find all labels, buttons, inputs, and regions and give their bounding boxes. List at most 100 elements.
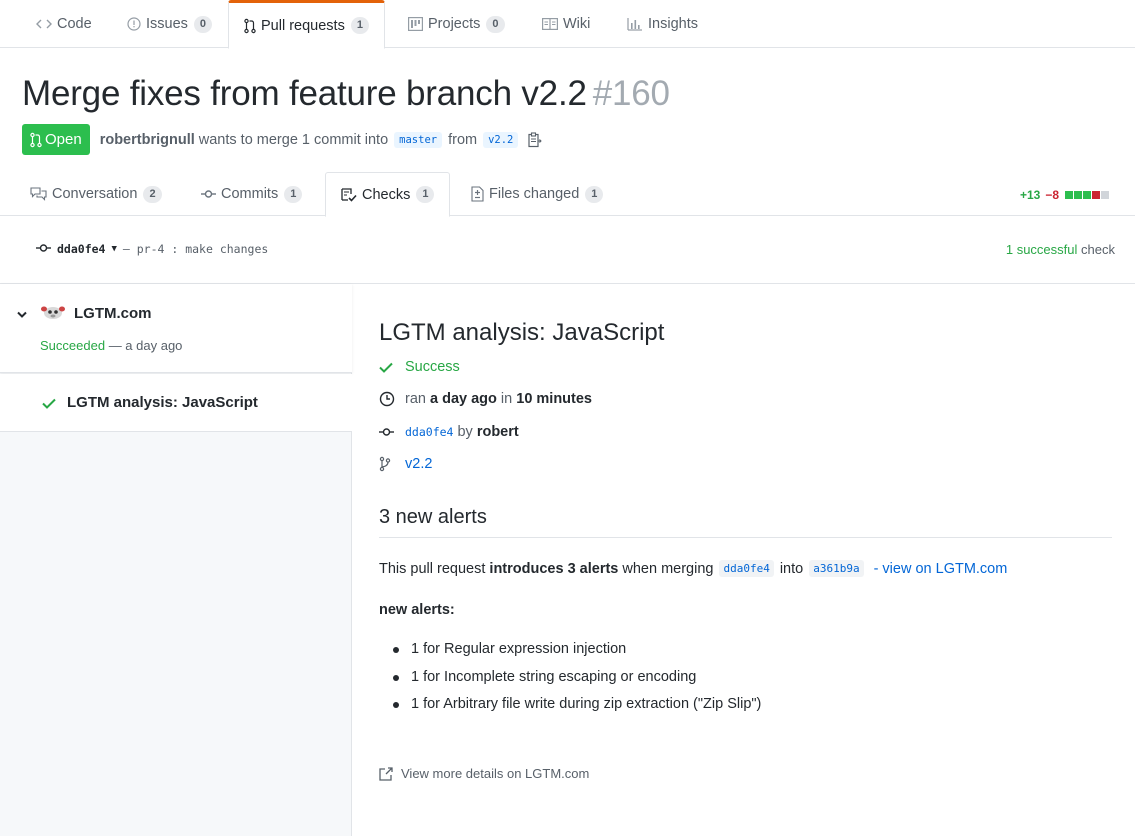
ran-when: a day ago [430,391,497,407]
diffstat-block-add [1074,191,1082,199]
tab-label: Files changed [489,186,580,202]
detail-commit-sha[interactable]: dda0fe4 [405,425,453,439]
check-icon [42,396,56,412]
graph-icon [627,17,643,31]
pr-tabs: Conversation 2 Commits 1 Checks 1 Files … [0,172,1135,217]
tab-commits[interactable]: Commits 1 [201,172,303,216]
git-branch-icon [379,456,399,472]
from-text: from [448,131,478,148]
branch-link[interactable]: v2.2 [405,456,432,472]
list-item: 1 for Incomplete string escaping or enco… [391,669,761,697]
clock-icon [379,391,399,407]
git-commit-icon [36,242,51,256]
tab-label: Projects [428,16,481,32]
issue-icon [127,17,141,31]
commit-by: by [457,424,473,440]
pr-meta: Open robertbrignull wants to merge 1 com… [22,124,543,155]
head-branch[interactable]: v2.2 [483,131,519,148]
summary-prefix: This pull request [379,560,486,577]
state-badge: Open [22,124,90,155]
alerts-heading: 3 new alerts [379,506,1112,538]
lgtm-logo-icon [40,303,66,324]
diffstat-block-neutral [1101,191,1109,199]
ran-duration: 10 minutes [516,391,592,407]
ran-prefix: ran [405,391,426,407]
issues-counter: 0 [193,15,213,33]
pull-request-icon [30,132,42,147]
tab-label: Wiki [563,16,591,32]
link-external-icon [379,766,393,781]
diffstat-additions: +13 [1019,188,1041,202]
summary-into: into [779,560,804,577]
check-run-item[interactable]: LGTM analysis: JavaScript [0,374,352,432]
diffstat: +13 −8 [1020,188,1109,202]
tab-pull-requests[interactable]: Pull requests 1 [228,0,385,49]
code-icon [36,18,52,30]
tab-label: Insights [648,16,698,32]
git-commit-icon [379,427,399,437]
commit-sha[interactable]: dda0fe4 [57,242,105,256]
check-status-row: Success [379,359,460,375]
summary-base-sha[interactable]: a361b9a [809,560,864,577]
check-word: check [1081,242,1115,257]
diffstat-block-add [1065,191,1073,199]
suite-status: Succeeded — a day ago [40,338,182,353]
checks-sidebar: LGTM.com Succeeded — a day ago LGTM anal… [0,284,352,836]
pull-requests-counter: 1 [350,17,369,34]
base-branch[interactable]: master [394,131,443,148]
commit-bar: dda0fe4 ▼ — pr-4 : make changes 1 succes… [0,216,1135,284]
merge-text: wants to merge 1 commit into [198,131,389,148]
caret-down-icon[interactable]: ▼ [111,244,116,254]
checklist-icon [341,187,357,202]
summary-head-sha[interactable]: dda0fe4 [719,560,774,577]
diffstat-block-add [1083,191,1091,199]
checks-summary: 1 successful check [1006,242,1115,257]
tab-insights[interactable]: Insights [627,0,698,48]
list-item: 1 for Regular expression injection [391,641,761,669]
pr-title: Merge fixes from feature branch v2.2 #160 [22,74,670,114]
ran-row: ran a day ago in 10 minutes [379,391,592,407]
file-diff-icon [471,186,484,202]
tab-files-changed[interactable]: Files changed 1 [471,172,604,216]
commits-counter: 1 [284,185,303,203]
check-run-label: LGTM analysis: JavaScript [67,394,258,411]
book-icon [542,18,558,30]
chevron-down-icon[interactable] [17,306,27,322]
tab-label: Pull requests [261,17,345,34]
pull-request-icon [244,18,256,34]
pr-title-text: Merge fixes from feature branch v2.2 [22,74,587,113]
git-commit-icon [201,189,216,199]
diffstat-deletions: −8 [1045,188,1059,202]
check-title: LGTM analysis: JavaScript [379,319,665,346]
tab-wiki[interactable]: Wiki [542,0,590,48]
ran-in: in [500,391,513,407]
view-on-lgtm-link[interactable]: - view on LGTM.com [874,561,1008,577]
conversation-counter: 2 [143,185,162,203]
view-more-details-link[interactable]: View more details on LGTM.com [379,766,589,781]
tab-checks[interactable]: Checks 1 [325,172,451,217]
pr-number: #160 [592,74,670,113]
commit-message: — pr-4 : make changes [122,242,269,256]
tab-label: Commits [221,186,279,202]
files-changed-counter: 1 [585,185,604,203]
commit-author[interactable]: robert [477,424,519,440]
alert-list: 1 for Regular expression injection 1 for… [391,641,761,724]
tab-projects[interactable]: Projects 0 [408,0,505,48]
check-icon [379,362,399,373]
state-label: Open [45,131,82,148]
new-alerts-label: new alerts: [379,602,455,618]
tab-label: Code [57,16,92,32]
tab-label: Issues [146,16,188,32]
suite-status-label: Succeeded [40,338,106,353]
check-suite[interactable]: LGTM.com Succeeded — a day ago [0,284,352,373]
tab-issues[interactable]: Issues 0 [127,0,213,48]
comment-discussion-icon [30,187,47,201]
tab-conversation[interactable]: Conversation 2 [30,172,162,216]
check-status: Success [405,359,460,375]
pr-author[interactable]: robertbrignull [100,132,195,148]
tab-code[interactable]: Code [36,0,92,48]
summary-bold: introduces 3 alerts [489,560,619,577]
commit-selector[interactable]: dda0fe4 ▼ — pr-4 : make changes [36,242,268,256]
success-count: 1 successful [1005,242,1078,257]
clipboard-icon[interactable] [528,131,543,148]
